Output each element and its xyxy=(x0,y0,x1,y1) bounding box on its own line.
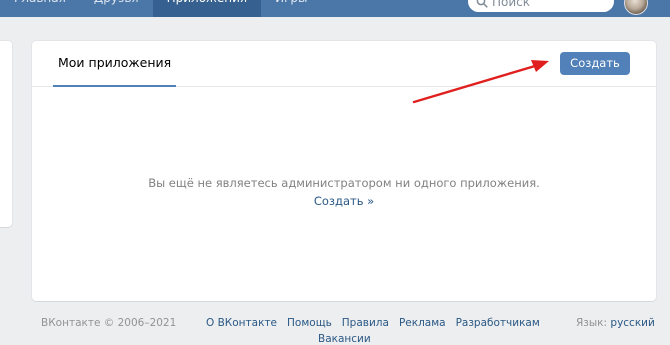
language-switcher[interactable]: русский xyxy=(610,317,654,329)
nav-item-apps[interactable]: Приложения xyxy=(152,0,262,17)
footer-link-rules[interactable]: Правила xyxy=(342,317,389,329)
search-icon xyxy=(476,0,488,8)
empty-state-message: Вы ещё не являетесь администратором ни о… xyxy=(148,176,540,190)
main-menu: Главная Друзья Приложения Игры xyxy=(0,0,322,17)
footer-language: Язык: русский xyxy=(576,317,655,329)
search-input[interactable] xyxy=(488,0,602,10)
create-app-link[interactable]: Создать » xyxy=(32,194,656,208)
nav-item-friends[interactable]: Друзья xyxy=(80,0,153,17)
nav-item-games[interactable]: Игры xyxy=(261,0,321,17)
footer-links: О ВКонтакте Помощь Правила Реклама Разра… xyxy=(206,317,556,345)
search-box[interactable] xyxy=(468,0,614,12)
user-avatar[interactable] xyxy=(624,0,648,15)
footer-link-jobs[interactable]: Вакансии xyxy=(318,333,371,345)
language-label: Язык: xyxy=(576,317,608,329)
top-navigation-bar: Главная Друзья Приложения Игры xyxy=(0,0,670,17)
left-sidebar-panel xyxy=(0,41,12,227)
card-header: Мои приложения Создать xyxy=(32,41,656,87)
tab-my-apps[interactable]: Мои приложения xyxy=(53,41,177,87)
nav-item-home[interactable]: Главная xyxy=(0,0,80,17)
footer-copyright: ВКонтакте © 2006–2021 xyxy=(41,317,177,329)
my-apps-card: Мои приложения Создать Вы ещё не являете… xyxy=(32,41,656,301)
footer-link-help[interactable]: Помощь xyxy=(287,317,332,329)
footer-link-about[interactable]: О ВКонтакте xyxy=(206,317,277,329)
footer-link-ads[interactable]: Реклама xyxy=(399,317,446,329)
footer-link-developers[interactable]: Разработчикам xyxy=(456,317,540,329)
create-button[interactable]: Создать xyxy=(560,52,630,75)
